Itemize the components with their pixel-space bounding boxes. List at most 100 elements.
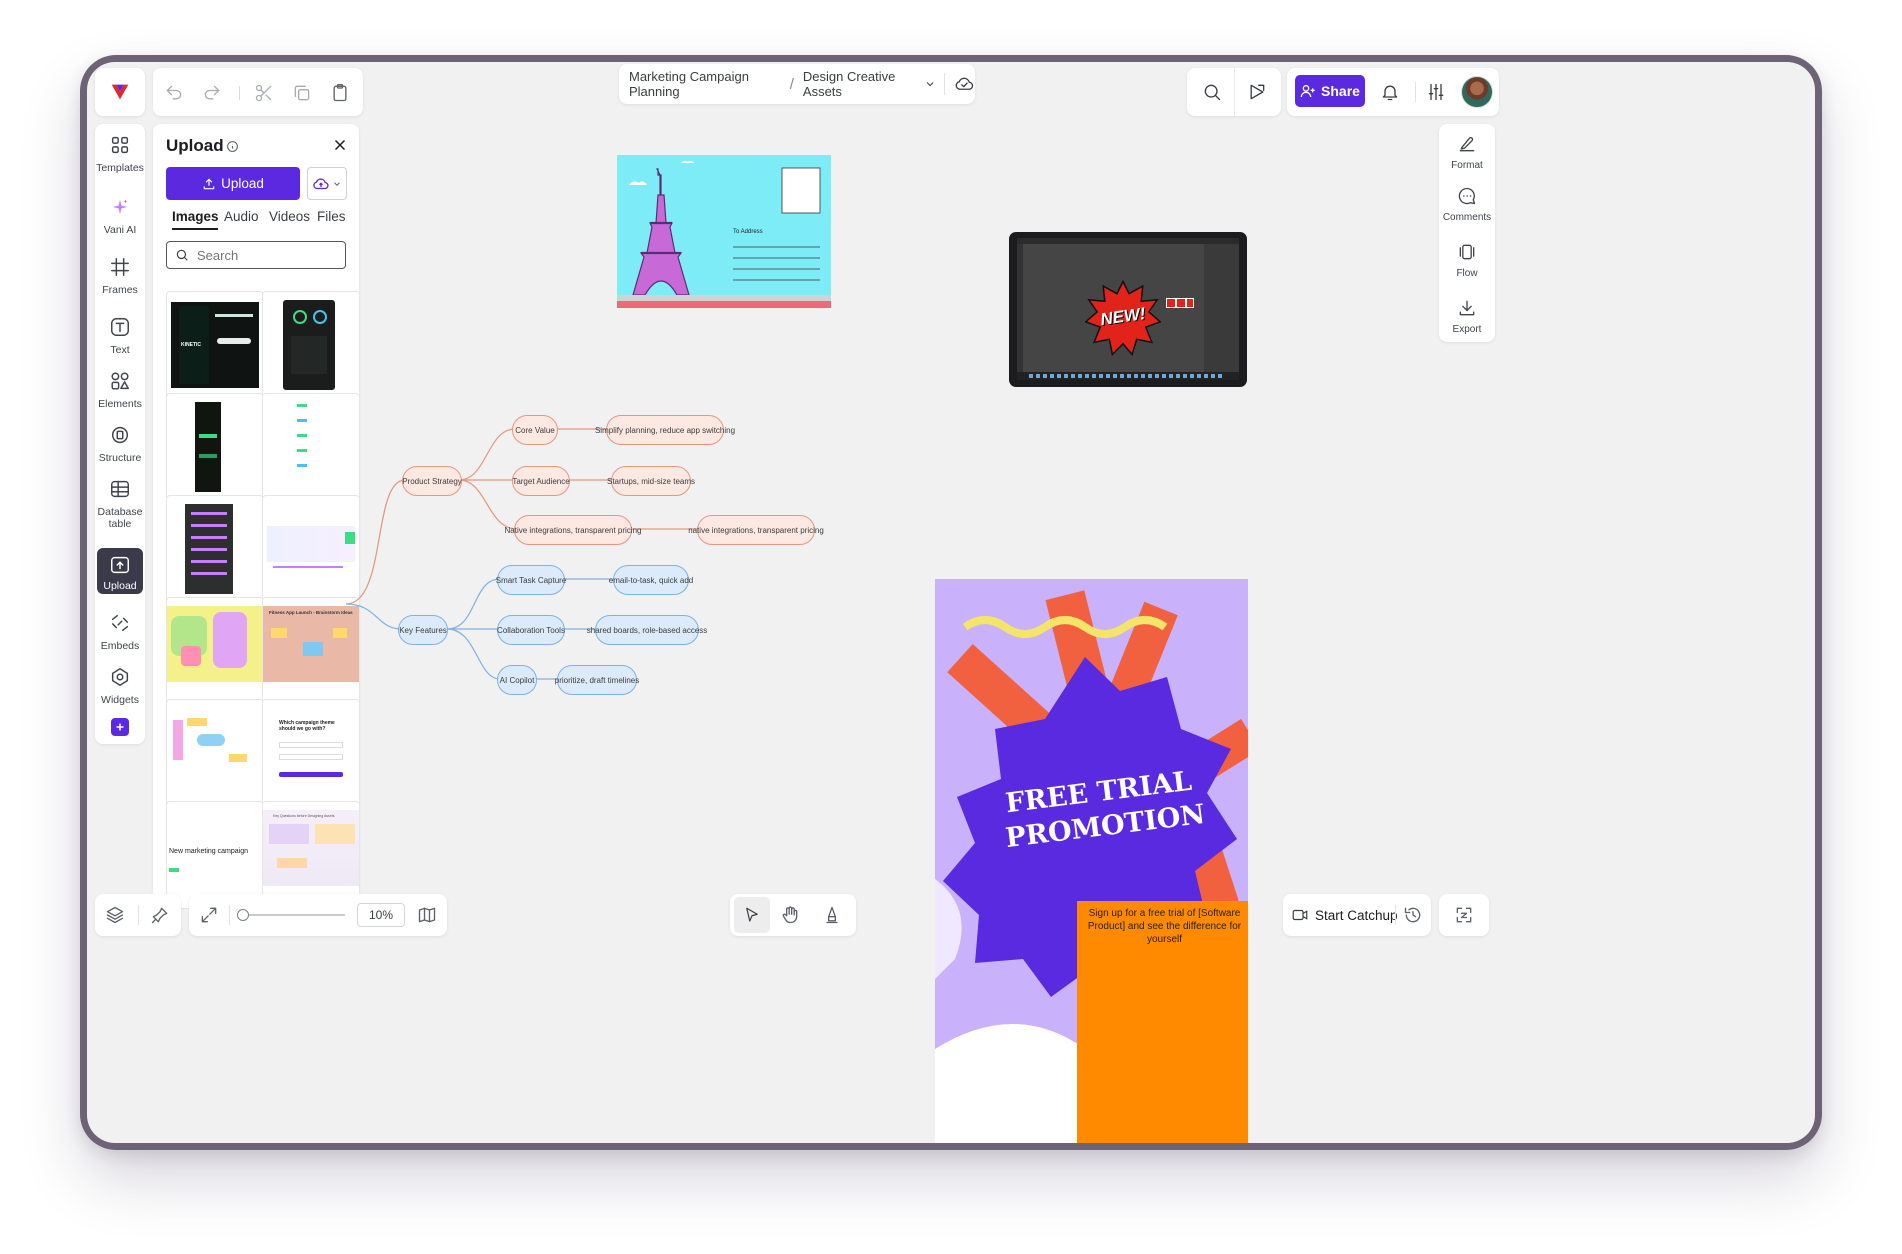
undo-button[interactable] bbox=[163, 82, 185, 104]
breadcrumb-board[interactable]: Design Creative Assets bbox=[803, 69, 920, 99]
rail-item-widgets[interactable]: Widgets bbox=[93, 666, 147, 706]
sparkle-icon bbox=[112, 199, 128, 215]
mindmap-node-core-value-detail[interactable]: Simplify planning, reduce app switching bbox=[595, 415, 735, 445]
rail-label: Upload bbox=[103, 580, 137, 592]
image-thumbnail[interactable]: Fitness App Launch - Brainstorm Ideas bbox=[262, 597, 360, 705]
chevron-down-icon[interactable] bbox=[924, 77, 936, 91]
zoom-to-fit-button[interactable] bbox=[1454, 905, 1474, 925]
editor-screenshot-image[interactable]: NEW! bbox=[1009, 232, 1247, 387]
mindmap-node-smart-task-detail[interactable]: email-to-task, quick add bbox=[609, 565, 693, 595]
image-thumbnail[interactable] bbox=[166, 597, 264, 705]
mindmap-node-product-strategy[interactable]: Product Strategy bbox=[402, 466, 462, 496]
rail-item-elements[interactable]: Elements bbox=[93, 370, 147, 410]
zoom-value[interactable]: 10% bbox=[357, 903, 405, 927]
pin-button[interactable] bbox=[150, 905, 170, 925]
mindmap-node-target-audience-detail[interactable]: Startups, mid-size teams bbox=[607, 466, 695, 496]
share-button[interactable]: Share bbox=[1295, 75, 1365, 107]
search-button[interactable] bbox=[1201, 81, 1223, 103]
rail-item-database-table[interactable]: Database table bbox=[93, 478, 147, 530]
mindmap-node-collab-detail[interactable]: shared boards, role-based access bbox=[587, 615, 707, 645]
minimap-button[interactable] bbox=[417, 905, 437, 925]
mindmap-node-native-detail[interactable]: native integrations, transparent pricing bbox=[688, 515, 824, 545]
mindmap-node-native[interactable]: Native integrations, transparent pricing bbox=[505, 515, 641, 545]
copy-icon bbox=[294, 85, 310, 101]
mindmap-node-smart-task[interactable]: Smart Task Capture bbox=[496, 565, 566, 595]
rail-item-export[interactable]: Export bbox=[1438, 298, 1496, 335]
rail-item-text[interactable]: Text bbox=[93, 316, 147, 356]
logo-panel bbox=[95, 68, 145, 116]
rail-item-flow[interactable]: Flow bbox=[1438, 242, 1496, 279]
tab-videos[interactable]: Videos bbox=[269, 209, 310, 224]
app-logo-icon[interactable] bbox=[109, 81, 131, 103]
cloud-upload-icon bbox=[313, 177, 329, 189]
image-thumbnail[interactable] bbox=[166, 699, 264, 807]
rail-item-comments[interactable]: Comments bbox=[1438, 186, 1496, 223]
rail-item-templates[interactable]: Templates bbox=[93, 134, 147, 174]
redo-button[interactable] bbox=[201, 82, 223, 104]
layers-button[interactable] bbox=[105, 905, 125, 925]
paste-button[interactable] bbox=[329, 82, 351, 104]
panel-title: Upload bbox=[166, 136, 224, 155]
image-thumbnail[interactable] bbox=[262, 495, 360, 603]
postcard-image[interactable]: To Address bbox=[617, 155, 831, 308]
image-thumbnail[interactable] bbox=[166, 393, 264, 501]
image-thumbnail[interactable]: Which campaign theme should we go with? bbox=[262, 699, 360, 807]
rail-item-format[interactable]: Format bbox=[1438, 134, 1496, 171]
image-thumbnail[interactable] bbox=[166, 495, 264, 603]
mindmap-node-collab[interactable]: Collaboration Tools bbox=[497, 615, 565, 645]
search-field[interactable] bbox=[166, 241, 346, 269]
hand-tool-button[interactable] bbox=[780, 905, 800, 925]
chevron-down-icon bbox=[334, 181, 340, 186]
notifications-button[interactable] bbox=[1379, 81, 1401, 103]
breadcrumb-project[interactable]: Marketing Campaign Planning bbox=[629, 69, 781, 99]
structure-icon bbox=[111, 426, 129, 444]
sliders-icon bbox=[1428, 83, 1444, 101]
info-icon[interactable] bbox=[226, 140, 239, 153]
pen-tool-button[interactable] bbox=[822, 905, 842, 925]
zoom-slider-handle[interactable] bbox=[237, 909, 249, 921]
avatar[interactable] bbox=[1461, 76, 1493, 108]
cloud-upload-dropdown[interactable] bbox=[307, 167, 347, 200]
mindmap-node-core-value[interactable]: Core Value bbox=[512, 415, 558, 445]
catchup-group: Start Catchup bbox=[1283, 894, 1431, 936]
mindmap-node-key-features[interactable]: Key Features bbox=[398, 615, 448, 645]
rail-item-frames[interactable]: Frames bbox=[93, 256, 147, 296]
canvas-tools bbox=[730, 894, 856, 936]
mindmap-node-ai-detail[interactable]: prioritize, draft timelines bbox=[555, 665, 639, 695]
image-thumbnail[interactable]: KINETIC bbox=[166, 291, 264, 399]
rail-item-vani-ai[interactable]: Vani AI bbox=[93, 196, 147, 236]
cut-button[interactable] bbox=[253, 82, 275, 104]
close-icon bbox=[334, 139, 346, 151]
search-input[interactable] bbox=[197, 247, 337, 263]
history-button[interactable] bbox=[1403, 905, 1423, 925]
clipboard-icon bbox=[333, 84, 347, 102]
image-thumbnail[interactable] bbox=[262, 291, 360, 399]
tab-files[interactable]: Files bbox=[317, 209, 346, 224]
select-tool-button[interactable] bbox=[734, 897, 770, 933]
rail-label: Database table bbox=[97, 506, 143, 530]
fit-screen-button[interactable] bbox=[199, 905, 219, 925]
format-icon bbox=[1459, 137, 1475, 152]
rail-item-upload[interactable]: Upload bbox=[97, 548, 143, 594]
eiffel-tower-illustration bbox=[617, 160, 831, 308]
start-catchup-button[interactable]: Start Catchup bbox=[1291, 894, 1398, 936]
present-button[interactable] bbox=[1246, 81, 1268, 103]
cloud-saved-icon[interactable] bbox=[954, 72, 975, 96]
upload-button[interactable]: Upload bbox=[166, 167, 300, 200]
image-thumbnail[interactable]: Key Questions before Designing Assets bbox=[262, 801, 360, 909]
rail-item-embeds[interactable]: Embeds bbox=[93, 612, 147, 652]
tab-audio[interactable]: Audio bbox=[224, 209, 259, 224]
add-app-button[interactable] bbox=[111, 718, 129, 736]
rail-item-structure[interactable]: Structure bbox=[93, 424, 147, 464]
mindmap-node-ai[interactable]: AI Copilot bbox=[497, 665, 537, 695]
image-thumbnail[interactable] bbox=[262, 393, 360, 501]
tab-images[interactable]: Images bbox=[172, 209, 219, 224]
copy-button[interactable] bbox=[291, 82, 313, 104]
widgets-icon bbox=[111, 668, 129, 686]
image-thumbnail[interactable]: New marketing campaign bbox=[166, 801, 264, 909]
promo-poster-image[interactable]: FREE TRIAL PROMOTION Sign up for a free … bbox=[935, 579, 1248, 1143]
mindmap-node-target-audience[interactable]: Target Audience bbox=[512, 466, 570, 496]
close-panel-button[interactable] bbox=[331, 136, 349, 154]
zoom-slider[interactable] bbox=[237, 909, 345, 921]
settings-button[interactable] bbox=[1425, 81, 1447, 103]
